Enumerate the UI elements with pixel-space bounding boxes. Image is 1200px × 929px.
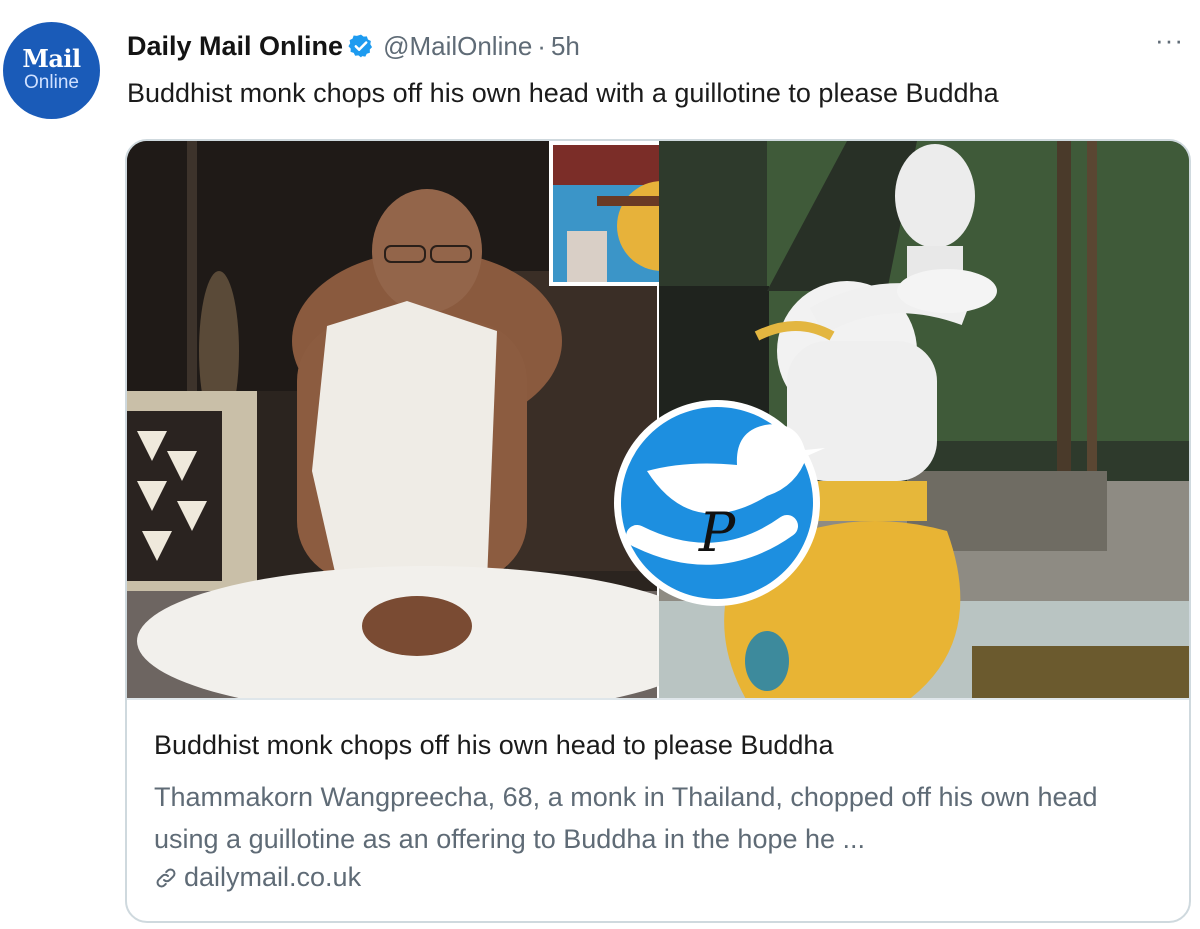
- avatar-logo-online: Online: [24, 72, 79, 93]
- tweet[interactable]: Mail Online Daily Mail Online @MailOnlin…: [0, 0, 1200, 929]
- watermark-letter: P: [698, 501, 737, 564]
- link-card[interactable]: P Buddhist monk chops off his own head t…: [125, 139, 1191, 923]
- card-title[interactable]: Buddhist monk chops off his own head to …: [154, 730, 833, 761]
- link-icon: [154, 866, 178, 890]
- card-domain[interactable]: dailymail.co.uk: [184, 862, 361, 893]
- avatar-logo-mail: Mail: [22, 44, 81, 73]
- card-description: Thammakorn Wangpreecha, 68, a monk in Th…: [154, 782, 1098, 854]
- avatar[interactable]: Mail Online: [3, 22, 100, 119]
- card-domain-link[interactable]: dailymail.co.uk: [154, 862, 361, 893]
- verified-badge-icon: [348, 33, 374, 59]
- card-body[interactable]: Buddhist monk chops off his own head to …: [127, 698, 1189, 921]
- separator-dot: ·: [537, 30, 546, 61]
- tweet-text: Buddhist monk chops off his own head wit…: [127, 78, 999, 108]
- more-options-icon[interactable]: ···: [1155, 27, 1184, 53]
- display-name[interactable]: Daily Mail Online: [127, 31, 343, 62]
- tweet-header: Daily Mail Online @MailOnline · 5h: [127, 26, 580, 66]
- timestamp[interactable]: 5h: [551, 31, 580, 62]
- card-image[interactable]: P: [127, 141, 1189, 698]
- handle[interactable]: @MailOnline: [383, 31, 532, 62]
